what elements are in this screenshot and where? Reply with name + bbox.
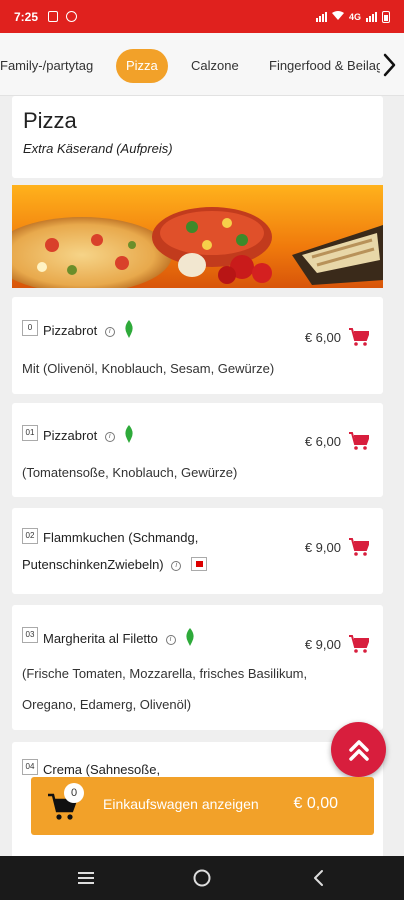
item-number: 03 [22, 627, 38, 643]
view-cart-button[interactable]: 0 Einkaufswagen anzeigen € 0,00 [31, 777, 374, 835]
tab-pizza[interactable]: Pizza [116, 49, 168, 83]
item-description: Mit (Olivenöl, Knoblauch, Sesam, Gewürze… [22, 361, 275, 376]
section-subtitle: Extra Käserand (Aufpreis) [23, 141, 173, 156]
notification-icon [48, 11, 59, 22]
info-icon[interactable]: i [165, 634, 176, 645]
item-number: 04 [22, 759, 38, 775]
item-name: Flammkuchen (Schmandg, [43, 530, 199, 545]
item-description-line2: Oregano, Edamerg, Olivenöl) [22, 697, 192, 712]
menu-item[interactable]: 03 Margherita al Filetto i € 9,00 (Frisc… [12, 605, 383, 730]
signal-icon-2 [366, 11, 377, 22]
section-title: Pizza [23, 108, 77, 133]
section-header: Pizza Extra Käserand (Aufpreis) [12, 96, 383, 178]
add-to-cart-icon[interactable] [349, 538, 369, 556]
tab-fingerfood[interactable]: Fingerfood & Beilagen [259, 49, 380, 83]
item-price: € 9,00 [304, 637, 341, 652]
info-icon[interactable]: i [171, 560, 182, 571]
menu-item[interactable]: 01 Pizzabrot i € 6,00 (Tomatensoße, Knob… [12, 403, 383, 497]
item-name: Margherita al Filetto i [43, 627, 196, 651]
item-price: € 6,00 [304, 330, 341, 345]
add-to-cart-icon[interactable] [349, 328, 369, 346]
item-description: (Tomatensoße, Knoblauch, Gewürze) [22, 465, 238, 480]
item-price: € 6,00 [304, 434, 341, 449]
battery-icon [382, 10, 390, 23]
item-name: Pizzabrot i [43, 319, 135, 343]
menu-item[interactable]: 02 Flammkuchen (Schmandg, PutenschinkenZ… [12, 508, 383, 594]
tab-family-partytag[interactable]: Family-/partytag [0, 49, 103, 83]
info-icon[interactable]: i [104, 326, 115, 337]
vegetarian-leaf-icon [125, 320, 134, 338]
category-bar: Family-/partytag Pizza Calzone Fingerfoo… [0, 33, 404, 96]
add-to-cart-icon[interactable] [349, 635, 369, 653]
system-nav-bar [0, 856, 404, 900]
pizza-banner-image [12, 185, 383, 288]
wifi-icon [331, 10, 344, 23]
item-name: Pizzabrot i [43, 424, 135, 448]
item-price: € 9,00 [304, 540, 341, 555]
home-nav-icon[interactable] [192, 868, 212, 888]
cart-count-badge: 0 [64, 783, 84, 803]
item-number: 02 [22, 528, 38, 544]
add-to-cart-icon[interactable] [349, 432, 369, 450]
status-bar: 7:25 4G [0, 0, 404, 33]
vegetarian-leaf-icon [186, 628, 194, 646]
vegetarian-leaf-icon [125, 425, 134, 443]
tab-calzone[interactable]: Calzone [181, 49, 249, 83]
spicy-flag-icon [190, 557, 207, 571]
item-name-text: Pizzabrot [43, 428, 98, 443]
menu-item[interactable]: 0 Pizzabrot i € 6,00 Mit (Olivenöl, Knob… [12, 297, 383, 394]
item-name-line2: PutenschinkenZwiebeln) i [22, 553, 207, 577]
chevron-right-icon[interactable] [378, 51, 400, 79]
item-name-text: Pizzabrot [43, 323, 98, 338]
cart-total: € 0,00 [293, 795, 338, 812]
item-name-text: Margherita al Filetto [43, 631, 158, 646]
item-number: 0 [22, 320, 38, 336]
item-number: 01 [22, 425, 38, 441]
cart-label: Einkaufswagen anzeigen [103, 796, 259, 812]
data-saver-icon [66, 11, 78, 22]
signal-icon [315, 11, 327, 22]
item-name-text: PutenschinkenZwiebeln) [22, 557, 164, 572]
info-icon[interactable]: i [104, 431, 115, 442]
status-time: 7:25 [14, 9, 39, 24]
menu-nav-icon[interactable] [76, 868, 96, 888]
item-description: (Frische Tomaten, Mozzarella, frisches B… [22, 666, 308, 681]
category-tabs: Family-/partytag Pizza Calzone Fingerfoo… [0, 33, 380, 95]
scroll-top-button[interactable] [331, 722, 386, 777]
network-type: 4G [348, 11, 361, 22]
scroll-top-icon [348, 739, 369, 761]
back-nav-icon[interactable] [309, 868, 329, 888]
